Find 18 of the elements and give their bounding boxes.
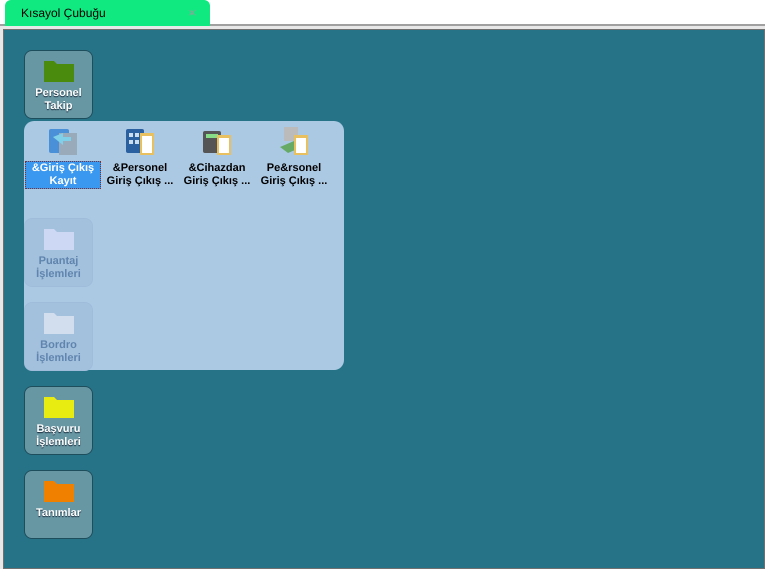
tile-label: Puantaj İşlemleri bbox=[35, 255, 82, 281]
tab-title: Kısayol Çubuğu bbox=[21, 5, 106, 22]
folder-tile[interactable]: Tanımlar bbox=[24, 470, 93, 539]
close-button[interactable]: × bbox=[188, 3, 196, 23]
folder-tile[interactable]: Puantaj İşlemleri bbox=[24, 218, 93, 287]
folder-tile[interactable]: Bordro İşlemleri bbox=[24, 302, 93, 371]
folder-tile[interactable]: Personel Takip bbox=[24, 50, 93, 119]
tile-label: Başvuru İşlemleri bbox=[35, 423, 82, 449]
tab[interactable]: Kısayol Çubuğu × bbox=[5, 0, 210, 26]
tile-label: Personel Takip bbox=[34, 87, 83, 113]
folder-tile[interactable]: Başvuru İşlemleri bbox=[24, 386, 93, 455]
tile-label: Bordro İşlemleri bbox=[35, 339, 82, 365]
shortcut-item[interactable]: &Cihazdan Giriş Çıkış ... bbox=[179, 161, 255, 189]
shortcut-item[interactable]: Pe&rsonel Giriş Çıkış ... bbox=[256, 161, 332, 189]
shortcut-item[interactable]: &Giriş Çıkış Kayıt bbox=[25, 161, 101, 189]
shortcut-icon bbox=[278, 125, 310, 157]
shortcut-item[interactable]: &Personel Giriş Çıkış ... bbox=[102, 161, 178, 189]
tile-label: Tanımlar bbox=[36, 507, 82, 520]
